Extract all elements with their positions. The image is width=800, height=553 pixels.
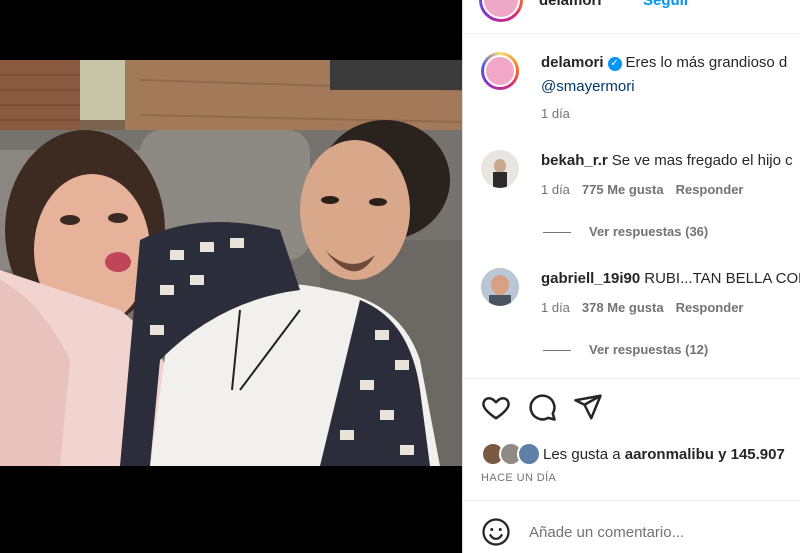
caption-mention[interactable]: @smayermori [541,78,635,95]
comment-likes[interactable]: 378 Me gusta [582,300,664,315]
comment-username[interactable]: gabriell_19i90 [541,270,640,287]
view-replies-button[interactable]: Ver respuestas (36) [543,224,708,239]
paper-plane-icon[interactable] [573,392,603,422]
author-avatar[interactable] [479,0,523,22]
comment-meta: 1 día 378 Me gusta Responder [541,300,755,315]
view-replies-label: Ver respuestas (36) [589,224,709,239]
reply-button[interactable]: Responder [676,300,744,315]
post-header: delamori Seguir [463,0,800,22]
comment-text-block: bekah_r.r Se ve mas fregado el hijo c [541,150,793,172]
view-replies-button[interactable]: Ver respuestas (12) [543,342,708,357]
comment-text: Se ve mas fregado el hijo c [611,152,793,169]
caption-avatar[interactable] [481,52,519,90]
post-media-panel [0,0,462,553]
add-comment-bar [463,500,800,553]
caption-text: Eres lo más grandioso d [625,54,788,71]
header-divider [463,33,800,34]
post-side-panel: delamori Seguir delamori ✓ Eres lo más gra… [462,0,800,553]
comment-text: RUBI...TAN BELLA COM [644,270,800,287]
verified-badge-icon: ✓ [607,57,622,71]
comment-time[interactable]: 1 día [541,182,570,197]
follow-button[interactable]: Seguir [643,0,690,9]
actions-divider [463,378,800,379]
caption-text-block: delamori ✓ Eres lo más grandioso d [541,52,787,74]
post-photo[interactable] [0,60,462,466]
likes-prefix: Les gusta a [543,446,621,463]
likes-text[interactable]: Les gusta a aaronmalibu y 145.907 [543,446,785,463]
post-photo-illustration [0,60,462,466]
heart-icon[interactable] [481,392,511,422]
likes-count[interactable]: y 145.907 [718,446,785,463]
likes-user[interactable]: aaronmalibu [625,446,714,463]
author-username[interactable]: delamori [539,0,602,9]
caption-mention-line: @smayermori [541,76,635,98]
commenter-avatar[interactable] [481,268,519,306]
likes-summary: Les gusta a aaronmalibu y 145.907 [481,442,800,468]
comment-time[interactable]: 1 día [541,300,570,315]
comment-meta: 1 día 775 Me gusta Responder [541,182,755,197]
caption-username[interactable]: delamori [541,54,604,71]
view-replies-label: Ver respuestas (12) [589,342,709,357]
reply-button[interactable]: Responder [676,182,744,197]
commenter-avatar[interactable] [481,150,519,188]
caption-time[interactable]: 1 día [541,106,570,121]
comment-bubble-icon[interactable] [527,392,557,422]
comment-input[interactable] [529,519,789,545]
caption-meta: 1 día [541,106,582,121]
post-timestamp[interactable]: HACE UN DÍA [481,472,556,484]
liker-avatar[interactable] [517,442,541,466]
comment-text-block: gabriell_19i90 RUBI...TAN BELLA COM [541,268,800,290]
replies-divider-line [543,232,571,234]
comment-likes[interactable]: 775 Me gusta [582,182,664,197]
replies-divider-line [543,350,571,352]
smiley-icon[interactable] [481,517,511,547]
comment-username[interactable]: bekah_r.r [541,152,608,169]
